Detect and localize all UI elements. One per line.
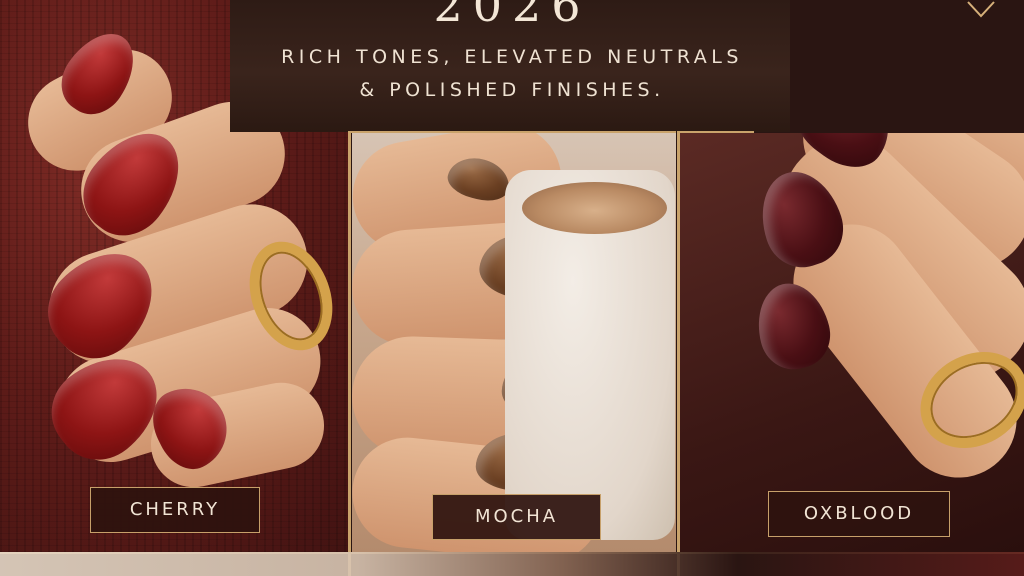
cherry-label-text: CHERRY — [129, 499, 221, 520]
mocha-label-text: MOCHA — [474, 506, 559, 527]
frame-divider-left — [348, 131, 351, 576]
oxblood-label-text: OXBLOOD — [803, 503, 915, 524]
subtitle-line-2: & POLISHED FINISHES. — [359, 79, 665, 101]
nail-color-trends-graphic: CHERRY 2026 RICH TONES, ELEVATED NEUTRAL… — [0, 0, 1024, 576]
frame-right-top-line — [680, 131, 754, 133]
mocha-label: MOCHA — [432, 494, 601, 540]
frame-top-line — [348, 131, 676, 133]
subtitle-line-1: RICH TONES, ELEVATED NEUTRALS — [281, 46, 743, 68]
corner-chevron-icon — [967, 1, 995, 18]
year-title: 2026 — [433, 0, 591, 32]
frame-divider-right — [677, 131, 680, 576]
bottom-photo-strip — [0, 552, 1024, 576]
coffee-surface — [522, 182, 667, 234]
cherry-label: CHERRY — [90, 487, 260, 533]
oxblood-photo-panel: OXBLOOD — [680, 133, 1024, 552]
oxblood-label: OXBLOOD — [768, 491, 950, 537]
